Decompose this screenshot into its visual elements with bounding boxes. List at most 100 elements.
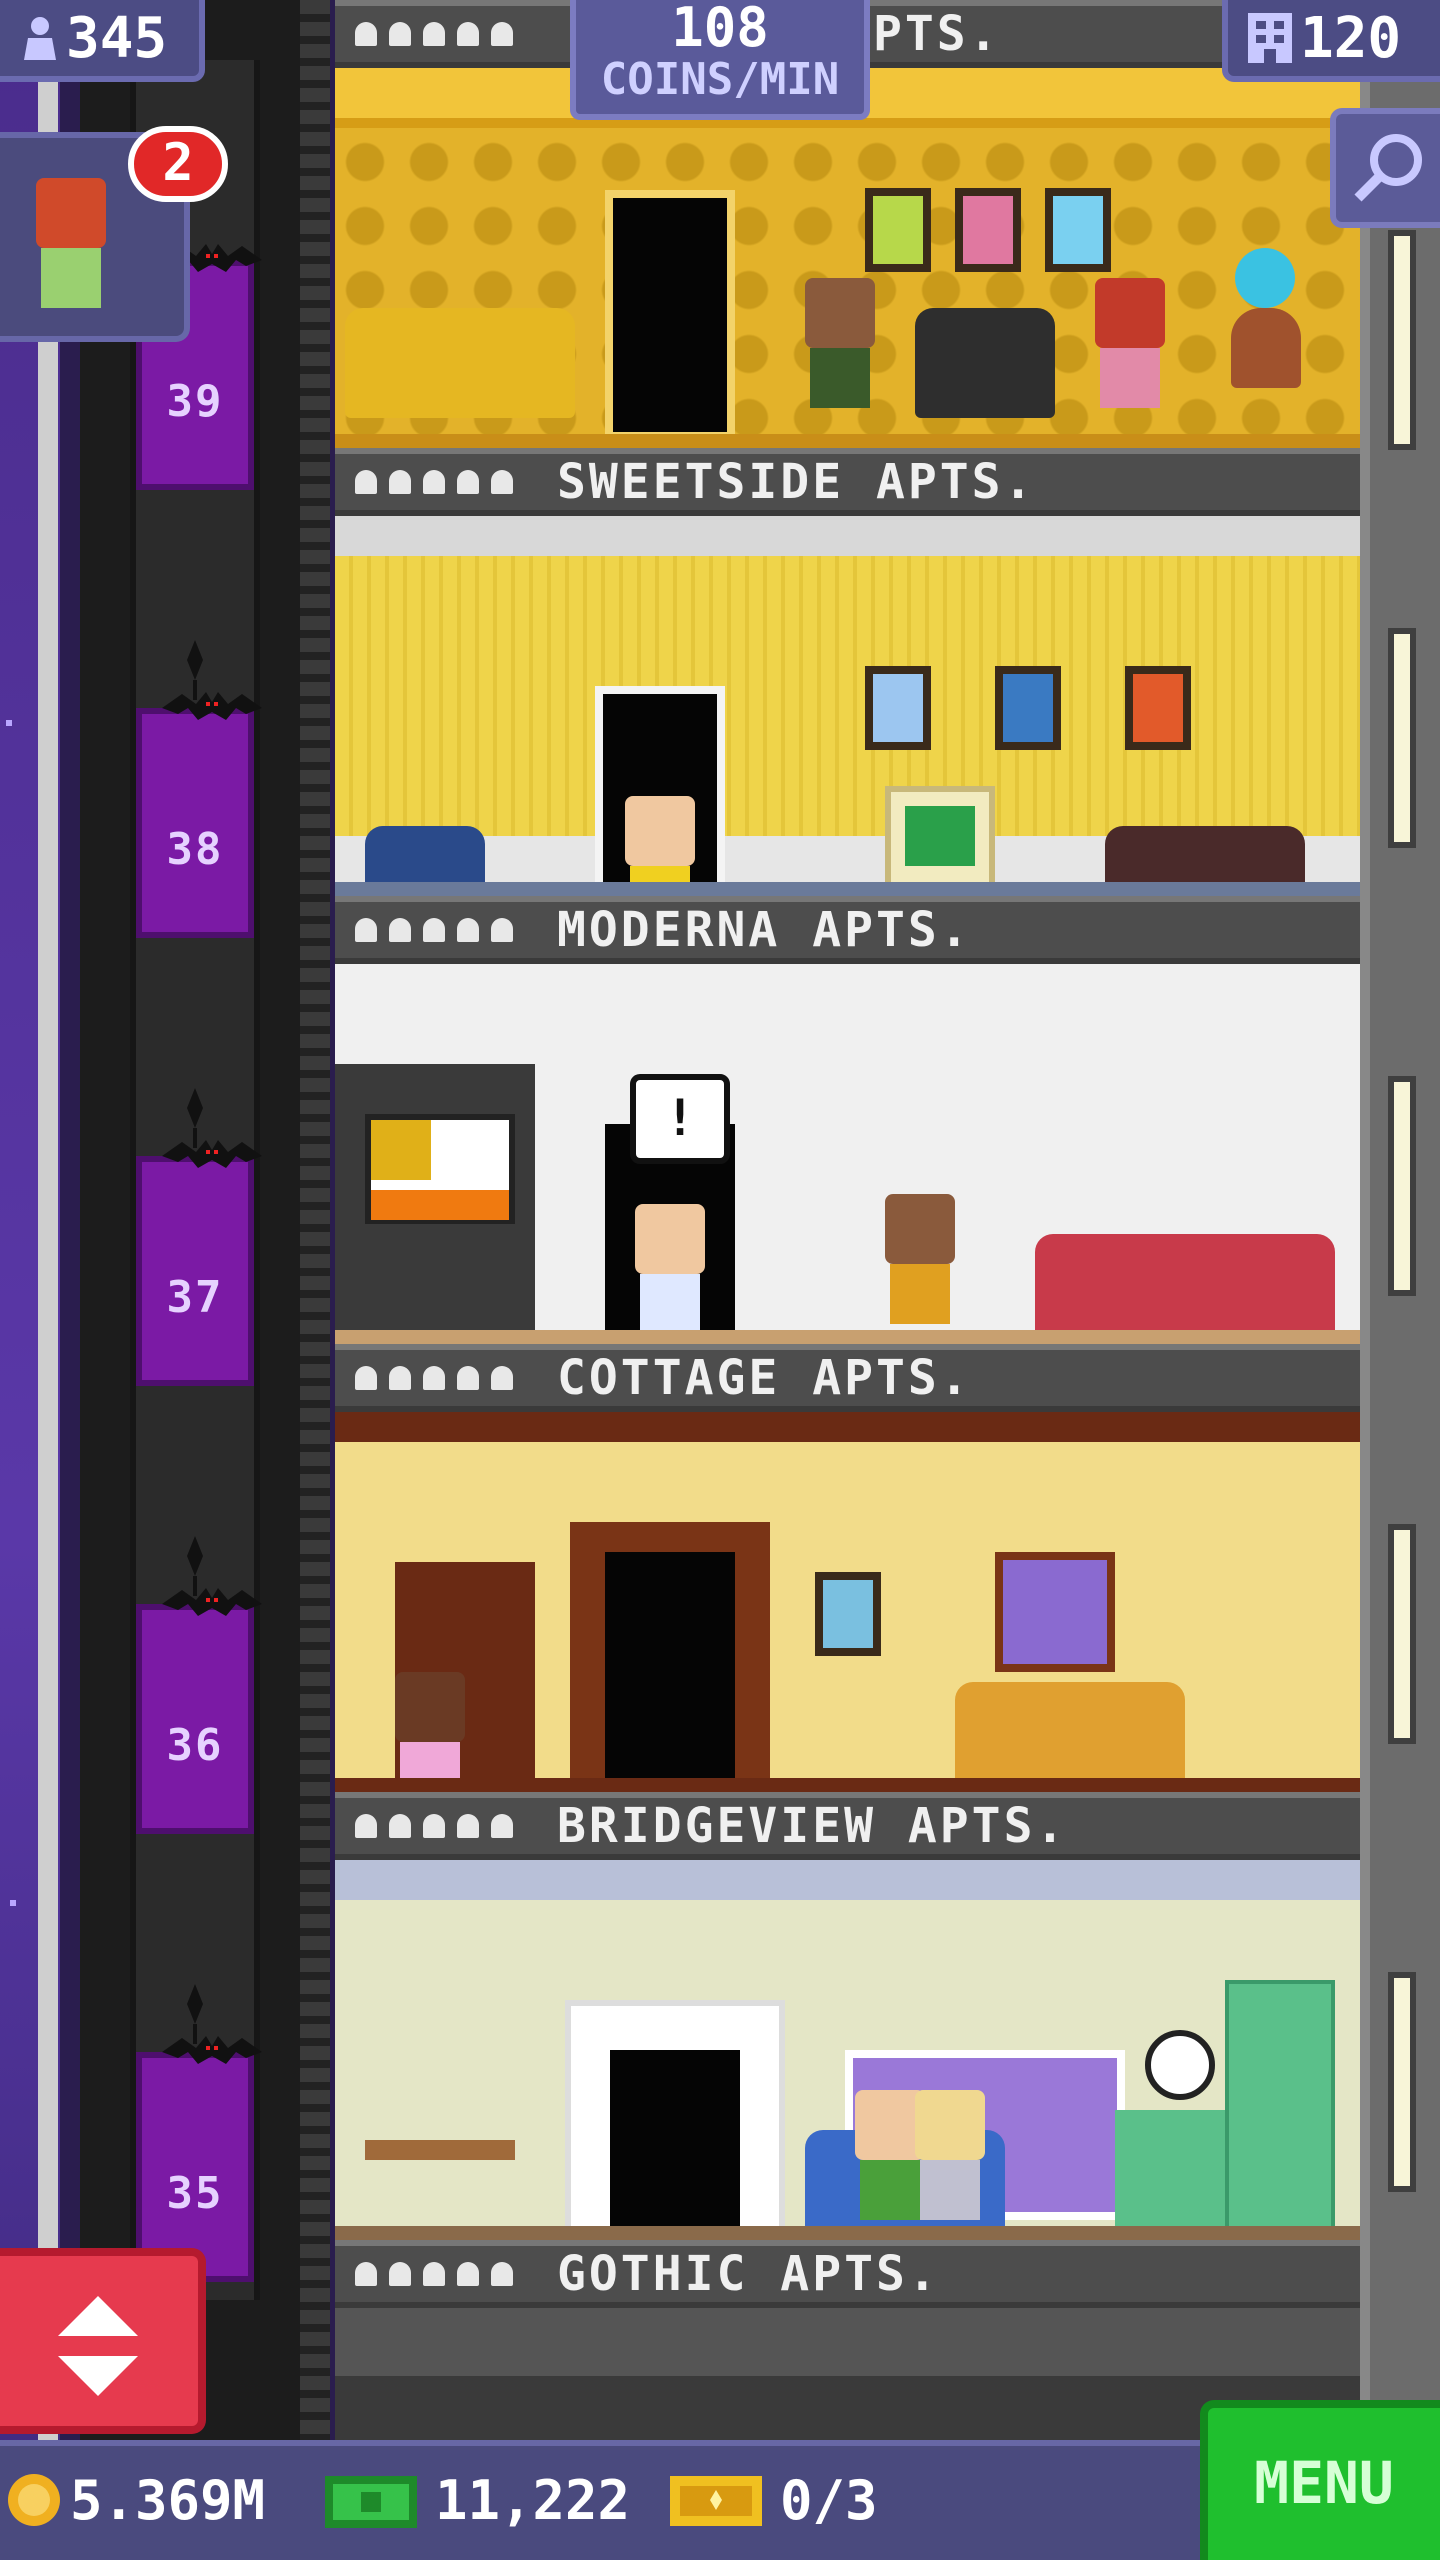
room-door[interactable]: [605, 1552, 735, 1792]
pillar-window: [1388, 1076, 1416, 1296]
room-interior: [335, 1860, 1360, 2240]
floor-sign: GOTHIC APTS.: [335, 2240, 1360, 2308]
speech-bubble[interactable]: !: [630, 1074, 730, 1164]
floor-name: MODERNA APTS.: [557, 902, 972, 958]
resident[interactable]: [635, 1204, 705, 1334]
star-decoration: [10, 1900, 16, 1906]
clock-icon: [1145, 2030, 1215, 2100]
menu-button[interactable]: MENU: [1200, 2400, 1440, 2560]
elevator-control-button[interactable]: [0, 2248, 206, 2434]
room-door[interactable]: [610, 2050, 740, 2240]
resident[interactable]: [395, 1672, 465, 1792]
sofa: [345, 308, 575, 418]
sofa: [1035, 1234, 1335, 1344]
pillar-window: [1388, 230, 1416, 450]
pillar-window: [1388, 1972, 1416, 2192]
coin-icon: [8, 2474, 60, 2526]
room-interior: !: [335, 964, 1360, 1344]
picture-frame: [865, 666, 931, 750]
bux-value: 11,222: [435, 2468, 631, 2532]
room-interior: [335, 516, 1360, 896]
room-floor: [335, 882, 1360, 896]
floor-name: GOTHIC APTS.: [557, 2246, 940, 2302]
search-button[interactable]: [1330, 108, 1440, 228]
elevator-floor-number: 35: [166, 2168, 224, 2219]
room-floor: [335, 2226, 1360, 2240]
elevator-door-37[interactable]: 37: [136, 1140, 262, 1386]
flower-pot: [1231, 308, 1301, 388]
population-value: 345: [66, 5, 168, 71]
ceiling: [335, 516, 1360, 556]
coins-per-min-display[interactable]: 108 COINS/MIN: [570, 0, 870, 120]
floor-sign: SWEETSIDE APTS.: [335, 448, 1360, 516]
golden-ticket-icon: [670, 2476, 762, 2526]
resident[interactable]: [885, 1194, 955, 1324]
bat-icon: [162, 692, 262, 720]
shelf: [365, 2140, 515, 2160]
resident-slots-icon: [355, 470, 513, 494]
floor-name: BRIDGEVIEW APTS.: [557, 1798, 1068, 1854]
resident[interactable]: [805, 278, 875, 408]
resident-slots-icon: [355, 918, 513, 942]
floor-cottage[interactable]: ! COTTAGE APTS.: [335, 964, 1360, 1412]
picture-frame: [865, 188, 931, 272]
ceiling-beam: [335, 1412, 1360, 1442]
tickets-value: 0/3: [780, 2468, 878, 2532]
resident-slots-icon: [355, 1814, 513, 1838]
elevator-rail: [300, 0, 330, 2440]
elevator-door-38[interactable]: 38: [136, 692, 262, 938]
arcade-machine: [885, 786, 995, 896]
pillar-window: [1388, 1524, 1416, 1744]
window-view: [995, 1552, 1115, 1672]
floor-sign: MODERNA APTS.: [335, 896, 1360, 964]
elevator-door-36[interactable]: 36: [136, 1588, 262, 1834]
elevator-floor-number: 39: [166, 376, 224, 427]
floor-bridgeview[interactable]: BRIDGEVIEW APTS.: [335, 1412, 1360, 1860]
bat-icon: [162, 1140, 262, 1168]
floor-sign: COTTAGE APTS.: [335, 1344, 1360, 1412]
resident-slots-icon: [355, 22, 513, 46]
up-down-arrows-icon: [58, 2296, 138, 2396]
resident-slots-icon: [355, 1366, 513, 1390]
picture-frame: [955, 188, 1021, 272]
bat-icon: [162, 1588, 262, 1616]
room-interior: [335, 1412, 1360, 1792]
floor-gothic[interactable]: GOTHIC APTS.: [335, 1860, 1360, 2308]
floor-sign: BRIDGEVIEW APTS.: [335, 1792, 1360, 1860]
room-interior: [335, 68, 1360, 448]
coins-per-min-value: 108: [671, 0, 769, 59]
population-icon: [24, 17, 56, 60]
refrigerator: [1225, 1980, 1335, 2240]
pillar-window: [1388, 628, 1416, 848]
floor-name: PTS.: [873, 6, 1001, 62]
building-icon: [1248, 13, 1292, 63]
flower-decoration: [1235, 248, 1295, 308]
ceiling: [335, 1860, 1360, 1900]
resident[interactable]: [915, 2090, 985, 2220]
bux-stat[interactable]: 11,222: [325, 2464, 630, 2536]
magnifier-icon: [1354, 134, 1422, 202]
floor-count-value: 120: [1300, 5, 1402, 71]
notification-badge: 2: [128, 126, 228, 202]
room-floor: [335, 1330, 1360, 1344]
stove: [1115, 2110, 1225, 2240]
picture-frame: [1045, 188, 1111, 272]
resident[interactable]: [625, 796, 695, 896]
floor-sweetside[interactable]: SWEETSIDE APTS.: [335, 68, 1360, 516]
floor-counter[interactable]: 120: [1222, 0, 1440, 82]
abstract-painting: [365, 1114, 515, 1224]
room-door[interactable]: [605, 190, 735, 440]
bux-cash-icon: [325, 2476, 417, 2528]
picture-frame: [815, 1572, 881, 1656]
elevator-floor-number: 37: [166, 1272, 224, 1323]
tickets-stat[interactable]: 0/3: [670, 2464, 878, 2536]
picture-frame: [1125, 666, 1191, 750]
picture-frame: [995, 666, 1061, 750]
floor-name: COTTAGE APTS.: [557, 1350, 972, 1406]
resident[interactable]: [1095, 278, 1165, 408]
coins-stat[interactable]: 5.369M: [6, 2464, 265, 2536]
population-counter[interactable]: 345: [0, 0, 205, 82]
floor-name: SWEETSIDE APTS.: [557, 454, 1036, 510]
floor-moderna[interactable]: MODERNA APTS.: [335, 516, 1360, 964]
coins-per-min-label: COINS/MIN: [600, 54, 840, 105]
